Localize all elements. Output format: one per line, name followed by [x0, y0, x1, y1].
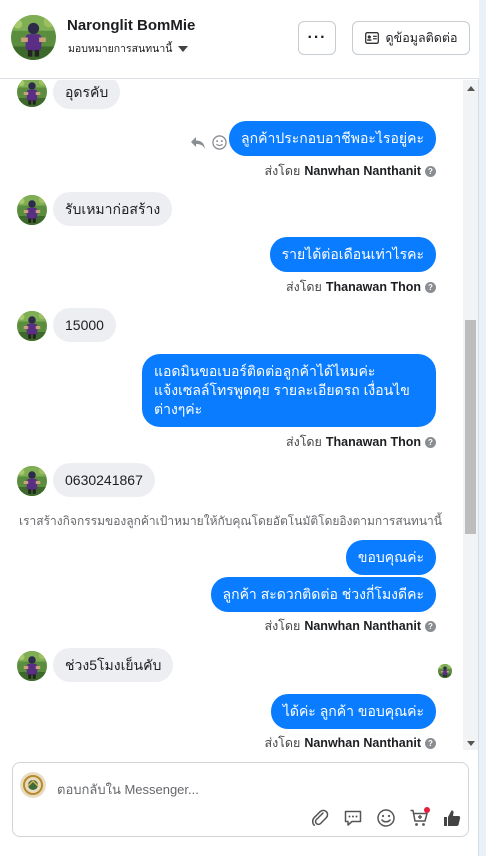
- outgoing-message[interactable]: ได้ค่ะ ลูกค้า ขอบคุณค่ะ: [270, 694, 436, 729]
- like-button[interactable]: [441, 807, 463, 829]
- help-icon[interactable]: ?: [425, 436, 436, 448]
- sender-name[interactable]: Thanawan Thon: [326, 280, 421, 294]
- attach-icon: [311, 809, 329, 826]
- sent-by-prefix: ส่งโดย: [285, 280, 322, 294]
- reply-input[interactable]: ตอบกลับใน Messenger...: [57, 779, 199, 800]
- sender-name[interactable]: Nanwhan Nanthanit: [304, 619, 421, 633]
- view-contact-button[interactable]: ดูข้อมูลติดต่อ: [352, 21, 470, 55]
- emoji-icon[interactable]: [212, 135, 227, 150]
- caret-down-icon: [178, 45, 189, 52]
- sent-by-label: ส่งโดย Nanwhan Nanthanit ?: [264, 733, 436, 750]
- help-icon[interactable]: ?: [425, 281, 436, 293]
- incoming-message[interactable]: 0630241867: [53, 463, 155, 497]
- saved-replies-icon: [344, 810, 362, 826]
- emoji-button[interactable]: [375, 807, 397, 829]
- outgoing-message[interactable]: ลูกค้า สะดวกติดต่อ ช่วงกี่โมงดีคะ: [210, 577, 436, 612]
- message-actions: [190, 135, 227, 150]
- composer-toolbar: [309, 807, 463, 829]
- help-icon[interactable]: ?: [425, 737, 436, 749]
- scroll-down-icon[interactable]: [467, 741, 475, 746]
- outgoing-message[interactable]: แอดมินขอเบอร์ติดต่อลูกค้าได้ไหมค่ะ แจ้งเ…: [142, 354, 436, 427]
- emoji-icon: [377, 809, 395, 827]
- outgoing-message[interactable]: ลูกค้าประกอบอาชีพอะไรอยู่คะ: [229, 121, 436, 156]
- assign-conversation-dropdown[interactable]: มอบหมายการสนทนานี้: [68, 40, 189, 57]
- contact-name[interactable]: Naronglit BomMie: [67, 17, 195, 34]
- sent-by-label: ส่งโดย Nanwhan Nanthanit ?: [264, 161, 436, 181]
- sender-avatar: [17, 311, 47, 341]
- sender-avatar: [17, 80, 47, 107]
- incoming-message[interactable]: 15000: [53, 308, 116, 342]
- sender-name[interactable]: Nanwhan Nanthanit: [304, 164, 421, 178]
- sent-by-prefix: ส่งโดย: [264, 736, 301, 750]
- more-options-button[interactable]: ···: [298, 21, 336, 55]
- view-contact-label: ดูข้อมูลติดต่อ: [385, 31, 458, 45]
- cart-button[interactable]: [408, 807, 430, 829]
- incoming-message[interactable]: รับเหมาก่อสร้าง: [53, 192, 173, 226]
- contact-card-icon: [364, 32, 379, 44]
- sent-by-prefix: ส่งโดย: [264, 164, 301, 178]
- seen-avatar: [438, 664, 452, 678]
- scroll-up-icon[interactable]: [467, 86, 475, 91]
- help-icon[interactable]: ?: [425, 620, 436, 632]
- sent-by-label: ส่งโดย Nanwhan Nanthanit ?: [264, 616, 436, 636]
- thumbs-up-icon: [444, 810, 461, 826]
- message-line: แอดมินขอเบอร์ติดต่อลูกค้าได้ไหมค่ะ: [154, 363, 376, 379]
- assign-label: มอบหมายการสนทนานี้: [68, 43, 173, 55]
- help-icon[interactable]: ?: [425, 165, 436, 177]
- sender-name[interactable]: Nanwhan Nanthanit: [304, 736, 421, 750]
- sent-by-label: ส่งโดย Thanawan Thon ?: [286, 432, 436, 452]
- reply-icon[interactable]: [190, 136, 206, 150]
- sender-avatar: [17, 195, 47, 225]
- incoming-message[interactable]: ช่วง5โมงเย็นคับ: [53, 648, 174, 682]
- message-line: ต่างๆค่ะ: [154, 401, 203, 417]
- conversation-header: Naronglit BomMie มอบหมายการสนทนานี้ ··· …: [0, 0, 479, 79]
- sent-by-prefix: ส่งโดย: [264, 619, 301, 633]
- sender-name[interactable]: Thanawan Thon: [326, 435, 421, 449]
- sent-by-label: ส่งโดย Thanawan Thon ?: [286, 277, 436, 297]
- outgoing-message[interactable]: รายได้ต่อเดือนเท่าไรคะ: [269, 237, 436, 272]
- sender-avatar: [17, 651, 47, 681]
- notification-dot: [424, 807, 430, 813]
- conversation-panel: Naronglit BomMie มอบหมายการสนทนานี้ ··· …: [0, 0, 479, 856]
- automation-notice: เราสร้างกิจกรรมของลูกค้าเป้าหมายให้กับคุ…: [19, 514, 442, 528]
- message-line: แจ้งเซลล์โทรพูดคุย รายละเอียดรถ เงื่อนไข: [154, 382, 410, 398]
- reply-composer[interactable]: ตอบกลับใน Messenger...: [12, 762, 469, 837]
- contact-avatar[interactable]: [11, 15, 56, 60]
- message-list[interactable]: อุดรคับ ลูกค้าประกอบอาชีพอะไรอยู่คะ ส่งโ…: [0, 80, 462, 750]
- outgoing-message[interactable]: ขอบคุณค่ะ: [345, 540, 436, 575]
- scrollbar-thumb[interactable]: [465, 320, 476, 534]
- page-avatar: [20, 772, 46, 798]
- scrollbar[interactable]: [463, 80, 478, 750]
- saved-replies-button[interactable]: [342, 807, 364, 829]
- incoming-message[interactable]: อุดรคับ: [53, 80, 121, 109]
- sent-by-prefix: ส่งโดย: [285, 435, 322, 449]
- sender-avatar: [17, 466, 47, 496]
- attach-button[interactable]: [309, 807, 331, 829]
